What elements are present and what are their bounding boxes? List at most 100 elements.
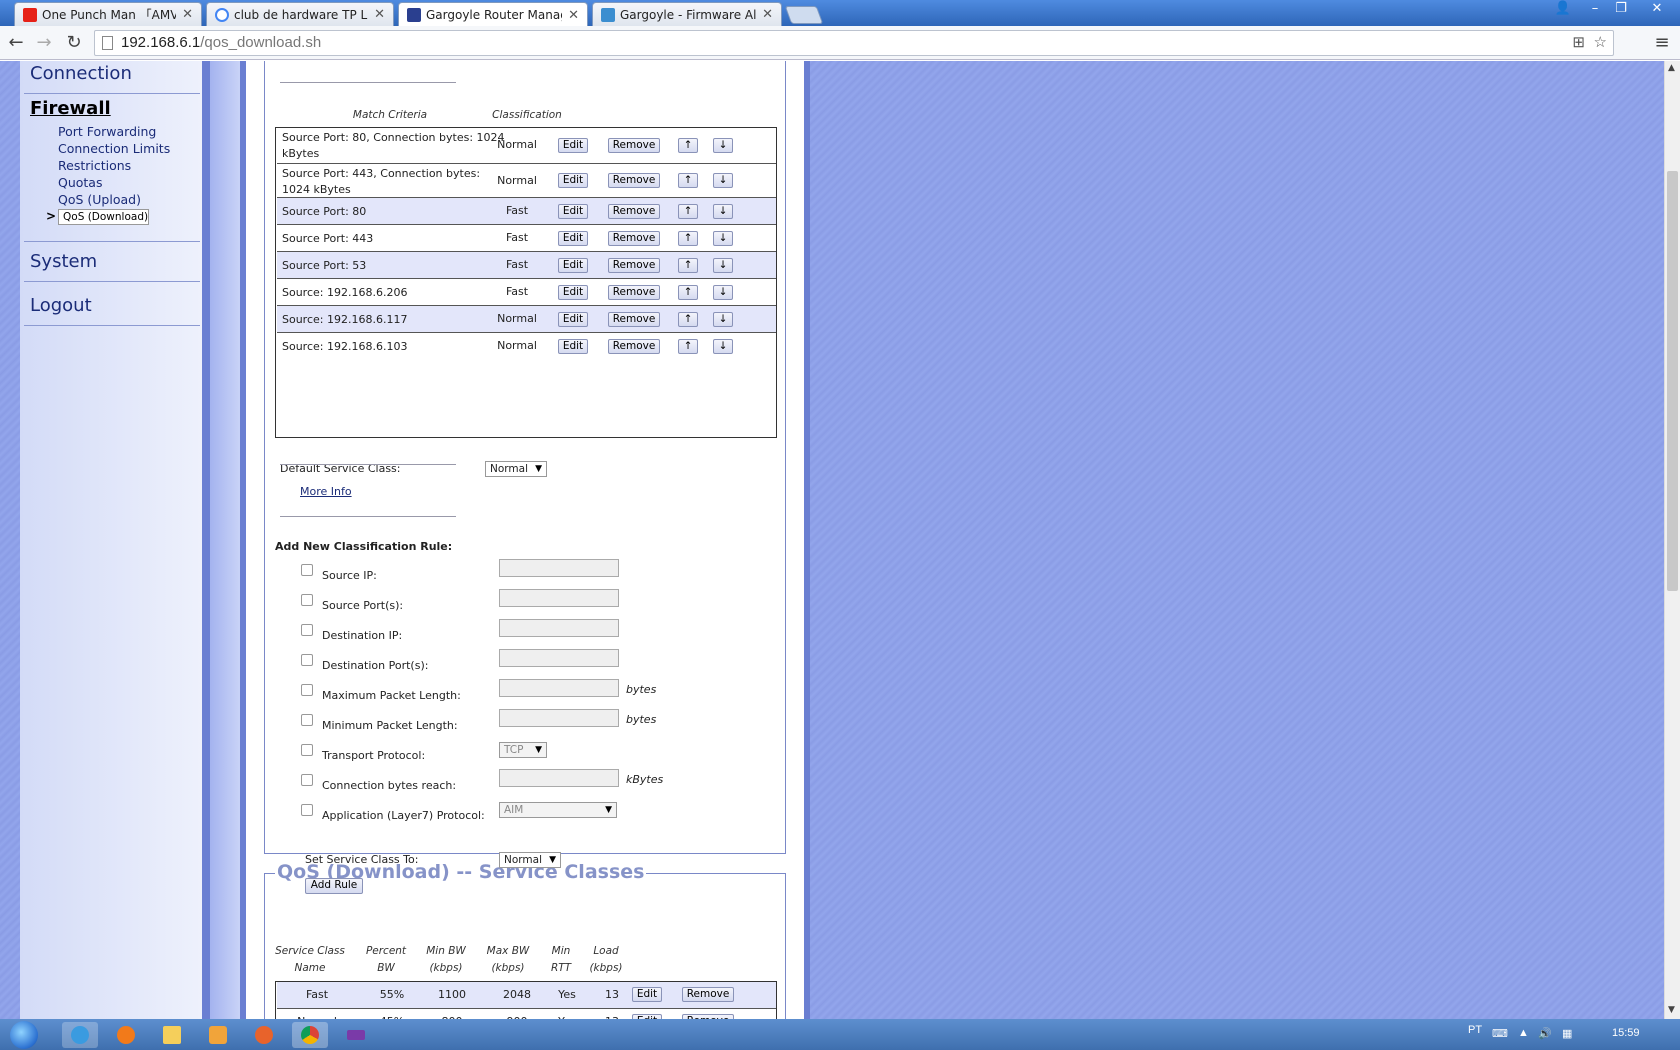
new-tab-button[interactable] [784, 6, 824, 24]
edit-button[interactable]: Edit [558, 231, 588, 246]
field-input[interactable] [499, 769, 619, 787]
sidebar-item-qos-download[interactable]: QoS (Download) [58, 209, 150, 225]
remove-button[interactable]: Remove [682, 987, 734, 1002]
scrollbar[interactable]: ▲ ▼ [1664, 61, 1680, 1019]
add-rule-button[interactable]: Add Rule [305, 878, 363, 894]
app-icon[interactable] [338, 1022, 374, 1048]
remove-button[interactable]: Remove [608, 173, 660, 188]
clock[interactable]: 15:59 [1612, 1027, 1640, 1039]
tab-youtube[interactable]: One Punch Man 「AMV」 ✕ [14, 2, 202, 26]
scroll-up-icon[interactable]: ▲ [1668, 63, 1675, 73]
field-input[interactable] [499, 589, 619, 607]
remove-button[interactable]: Remove [608, 258, 660, 273]
firefox-icon[interactable] [246, 1022, 282, 1048]
remove-button[interactable]: Remove [608, 339, 660, 354]
move-up-button[interactable]: ↑ [678, 312, 698, 327]
volume-icon[interactable]: 🔊 [1538, 1027, 1552, 1040]
sidebar-logout[interactable]: Logout [30, 295, 92, 316]
scroll-down-icon[interactable]: ▼ [1668, 1005, 1675, 1015]
move-down-button[interactable]: ↓ [713, 204, 733, 219]
sidebar-connection[interactable]: Connection [30, 63, 132, 84]
folder-icon[interactable] [154, 1022, 190, 1048]
edit-button[interactable]: Edit [558, 339, 588, 354]
field-checkbox[interactable] [301, 744, 313, 756]
translate-icon[interactable]: ⊞ [1572, 31, 1585, 55]
field-checkbox[interactable] [301, 654, 313, 666]
chrome-icon[interactable] [292, 1022, 328, 1048]
move-up-button[interactable]: ↑ [678, 204, 698, 219]
forward-icon[interactable]: → [32, 31, 56, 55]
move-down-button[interactable]: ↓ [713, 339, 733, 354]
sidebar-item-port-forwarding[interactable]: Port Forwarding [58, 124, 156, 139]
layer7-protocol-select[interactable]: AIM ▼ [499, 802, 617, 818]
user-icon[interactable]: 👤 [1550, 0, 1576, 18]
language-indicator[interactable]: PT [1468, 1024, 1482, 1036]
transport-protocol-select[interactable]: TCP ▼ [499, 742, 547, 758]
more-info-link[interactable]: More Info [300, 485, 352, 498]
close-icon[interactable]: ✕ [762, 7, 773, 22]
set-class-select[interactable]: Normal ▼ [499, 852, 561, 868]
move-down-button[interactable]: ↓ [713, 138, 733, 153]
field-checkbox[interactable] [301, 594, 313, 606]
remove-button[interactable]: Remove [608, 204, 660, 219]
scrollbar-thumb[interactable] [1667, 171, 1678, 591]
field-input[interactable] [499, 679, 619, 697]
sidebar-item-qos-upload[interactable]: QoS (Upload) [58, 192, 141, 207]
start-button[interactable] [6, 1019, 42, 1050]
tray-arrow-icon[interactable]: ▲ [1518, 1027, 1529, 1039]
field-input[interactable] [499, 649, 619, 667]
remove-button[interactable]: Remove [608, 231, 660, 246]
field-checkbox[interactable] [301, 714, 313, 726]
media-player-icon[interactable] [200, 1022, 236, 1048]
field-checkbox[interactable] [301, 564, 313, 576]
tab-gargoyle-manager[interactable]: Gargoyle Router Managen ✕ [398, 2, 588, 27]
field-checkbox[interactable] [301, 804, 313, 816]
sidebar-system[interactable]: System [30, 251, 97, 272]
edit-button[interactable]: Edit [558, 258, 588, 273]
default-class-select[interactable]: Normal ▼ [485, 461, 547, 477]
field-input[interactable] [499, 619, 619, 637]
menu-icon[interactable]: ≡ [1650, 31, 1674, 55]
star-icon[interactable]: ☆ [1594, 31, 1607, 55]
edit-button[interactable]: Edit [558, 204, 588, 219]
move-up-button[interactable]: ↑ [678, 138, 698, 153]
remove-button[interactable]: Remove [608, 285, 660, 300]
move-up-button[interactable]: ↑ [678, 173, 698, 188]
edit-button[interactable]: Edit [558, 312, 588, 327]
reload-icon[interactable]: ↻ [62, 31, 86, 55]
close-window-icon[interactable]: ✕ [1644, 0, 1670, 18]
sidebar-item-restrictions[interactable]: Restrictions [58, 158, 131, 173]
keyboard-icon[interactable]: ⌨ [1492, 1027, 1508, 1040]
back-icon[interactable]: ← [4, 31, 28, 55]
field-input[interactable] [499, 709, 619, 727]
remove-button[interactable]: Remove [608, 138, 660, 153]
field-input[interactable] [499, 559, 619, 577]
edit-button[interactable]: Edit [558, 173, 588, 188]
close-icon[interactable]: ✕ [568, 8, 579, 23]
move-down-button[interactable]: ↓ [713, 312, 733, 327]
tab-gargoyle-firmware[interactable]: Gargoyle - Firmware Alter ✕ [592, 2, 782, 26]
move-up-button[interactable]: ↑ [678, 258, 698, 273]
move-down-button[interactable]: ↓ [713, 231, 733, 246]
edit-button[interactable]: Edit [558, 138, 588, 153]
move-down-button[interactable]: ↓ [713, 258, 733, 273]
field-checkbox[interactable] [301, 624, 313, 636]
minimize-icon[interactable]: – [1582, 0, 1608, 18]
move-up-button[interactable]: ↑ [678, 231, 698, 246]
sidebar-item-connection-limits[interactable]: Connection Limits [58, 141, 170, 156]
edit-button[interactable]: Edit [558, 285, 588, 300]
avast-icon[interactable] [108, 1022, 144, 1048]
move-down-button[interactable]: ↓ [713, 173, 733, 188]
edit-button[interactable]: Edit [632, 987, 662, 1002]
remove-button[interactable]: Remove [608, 312, 660, 327]
close-icon[interactable]: ✕ [374, 7, 385, 22]
move-up-button[interactable]: ↑ [678, 339, 698, 354]
field-checkbox[interactable] [301, 774, 313, 786]
ie-icon[interactable] [62, 1022, 98, 1048]
address-bar[interactable]: 192.168.6.1/qos_download.sh ⊞ ☆ [94, 30, 1614, 56]
tab-google[interactable]: club de hardware TP LINK ✕ [206, 2, 394, 26]
field-checkbox[interactable] [301, 684, 313, 696]
restore-icon[interactable]: ❐ [1608, 0, 1634, 18]
move-up-button[interactable]: ↑ [678, 285, 698, 300]
sidebar-firewall[interactable]: Firewall [30, 98, 111, 119]
